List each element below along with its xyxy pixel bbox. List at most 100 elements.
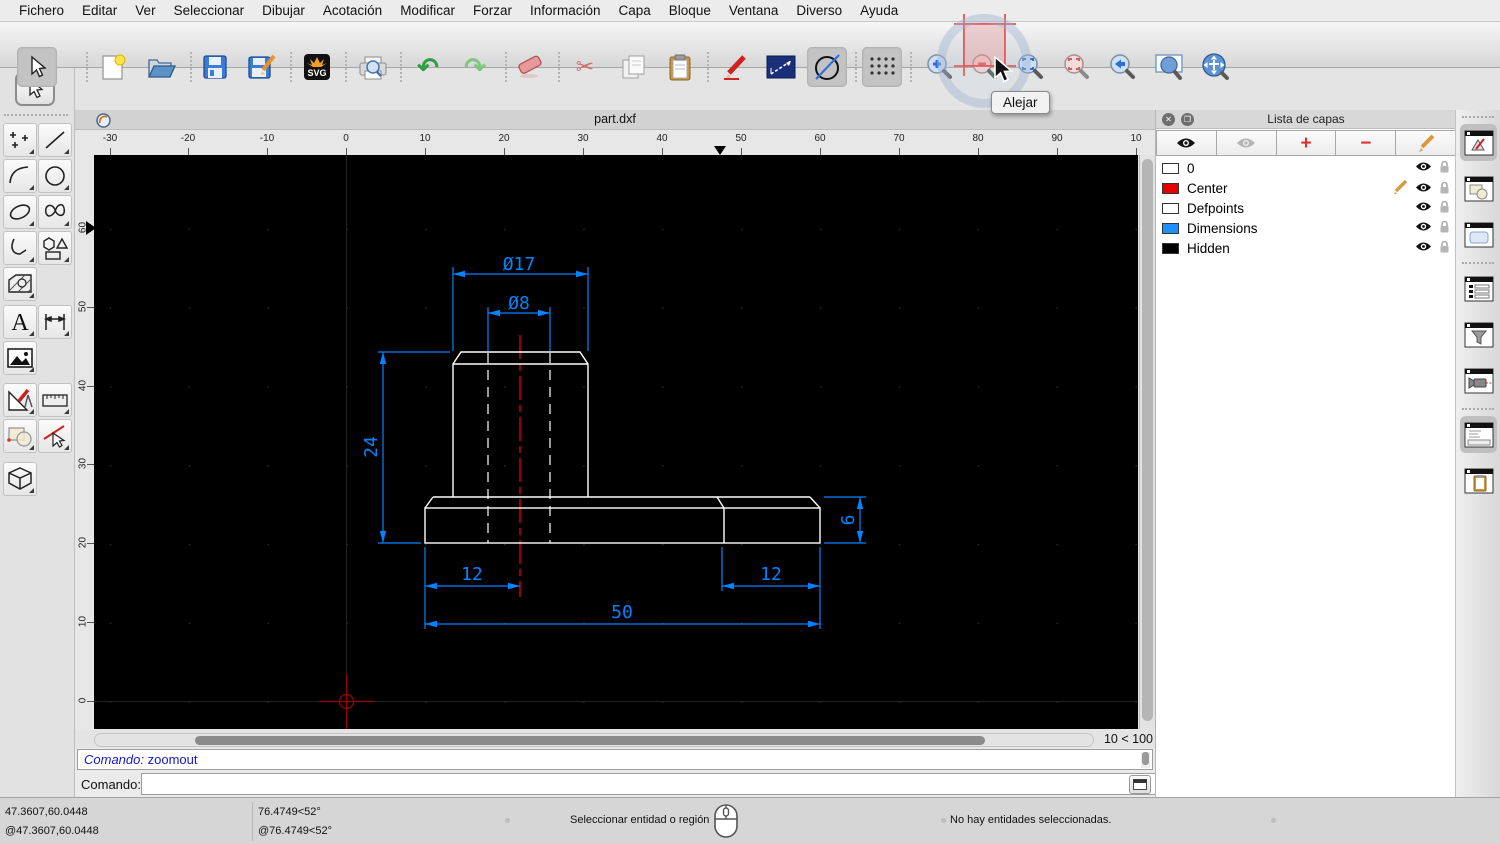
redo-button[interactable]: ↷ [455, 47, 495, 87]
dock-clipboard-button[interactable] [1460, 462, 1497, 499]
show-all-layers-button[interactable] [1156, 130, 1217, 156]
menu-acotacion[interactable]: Acotación [314, 3, 391, 18]
menu-editar[interactable]: Editar [73, 3, 126, 18]
undo-button[interactable]: ↶ [408, 47, 448, 87]
menu-modificar[interactable]: Modificar [391, 3, 464, 18]
menu-dibujar[interactable]: Dibujar [253, 3, 314, 18]
cut-button[interactable]: ✂ [565, 47, 605, 87]
hide-all-layers-button[interactable] [1217, 130, 1277, 156]
point-tool[interactable] [3, 123, 37, 157]
layer-visible-icon[interactable] [1415, 161, 1432, 172]
layer-lock-icon[interactable] [1439, 200, 1450, 213]
menu-forzar[interactable]: Forzar [464, 3, 521, 18]
hatch-tool[interactable] [3, 267, 37, 301]
layer-visible-icon[interactable] [1415, 182, 1432, 193]
layer-lock-icon[interactable] [1439, 220, 1450, 233]
edit-layer-button[interactable] [1396, 130, 1456, 156]
command-history-scrollbar-thumb[interactable] [1142, 752, 1149, 765]
menu-ver[interactable]: Ver [126, 3, 164, 18]
pan-button[interactable] [1195, 47, 1235, 87]
measure-tool[interactable] [38, 383, 72, 417]
menu-diverso[interactable]: Diverso [787, 3, 851, 18]
layer-visible-icon[interactable] [1415, 241, 1432, 252]
line-tool[interactable] [38, 123, 72, 157]
menu-ventana[interactable]: Ventana [720, 3, 788, 18]
layer-row-dimensions[interactable]: Dimensions [1156, 218, 1456, 238]
zoom-previous-button[interactable] [1102, 47, 1142, 87]
horizontal-scrollbar-thumb[interactable] [195, 736, 985, 745]
eraser-icon [516, 54, 544, 80]
spline-tool[interactable] [38, 195, 72, 229]
circle-tool[interactable] [38, 159, 72, 193]
remove-layer-button[interactable]: − [1336, 130, 1396, 156]
layer-color-swatch[interactable] [1162, 183, 1179, 194]
command-input[interactable] [141, 773, 1203, 795]
delete-button[interactable] [510, 47, 550, 87]
dock-view-button[interactable] [1460, 362, 1497, 399]
paste-button[interactable] [660, 47, 700, 87]
block-tool[interactable] [3, 419, 37, 453]
layer-row-0[interactable]: 0 [1156, 158, 1456, 178]
menu-seleccionar[interactable]: Seleccionar [165, 3, 254, 18]
snap-auto-button[interactable] [807, 47, 847, 87]
vertical-scrollbar[interactable] [1139, 155, 1155, 729]
open-file-button[interactable] [141, 47, 181, 87]
dock-library-browser-button[interactable] [1460, 216, 1497, 253]
layer-lock-icon[interactable] [1439, 181, 1450, 194]
add-layer-button[interactable]: + [1277, 130, 1337, 156]
dimension-tool[interactable] [38, 305, 72, 339]
command-history-scrollbar[interactable] [1141, 752, 1150, 768]
layer-row-center[interactable]: Center [1156, 178, 1456, 198]
layer-color-swatch[interactable] [1162, 223, 1179, 234]
layer-visible-icon[interactable] [1415, 201, 1432, 212]
text-tool[interactable]: A [3, 305, 37, 339]
menu-capa[interactable]: Capa [610, 3, 660, 18]
grid-toggle-button[interactable] [862, 47, 902, 87]
plus-icon: + [1300, 134, 1311, 153]
copy-button[interactable] [613, 47, 653, 87]
horizontal-scrollbar[interactable] [94, 733, 1094, 747]
print-preview-button[interactable] [353, 47, 393, 87]
trim-tool[interactable] [38, 419, 72, 453]
drawing-canvas[interactable]: Ø17 Ø8 24 6 12 12 50 [94, 155, 1138, 729]
drafting-tool[interactable] [3, 383, 37, 417]
command-options-button[interactable] [1129, 775, 1151, 794]
dock-block-list-button[interactable] [1460, 170, 1497, 207]
menu-informacion[interactable]: Información [521, 3, 610, 18]
zoom-page-button[interactable] [1149, 47, 1189, 87]
layer-color-swatch[interactable] [1162, 163, 1179, 174]
layer-visible-icon[interactable] [1415, 221, 1432, 232]
layer-color-swatch[interactable] [1162, 203, 1179, 214]
solid-3d-tool[interactable] [3, 462, 37, 496]
measure-distance-button[interactable] [761, 47, 801, 87]
menu-ayuda[interactable]: Ayuda [851, 3, 907, 18]
vertical-scrollbar-thumb[interactable] [1142, 159, 1153, 721]
layer-lock-icon[interactable] [1439, 240, 1450, 253]
layer-lock-icon[interactable] [1439, 160, 1450, 173]
save-as-button[interactable] [242, 47, 282, 87]
layer-row-hidden[interactable]: Hidden [1156, 238, 1456, 258]
dock-layer-list-button[interactable] [1460, 124, 1497, 161]
edit-entity-button[interactable] [715, 47, 755, 87]
svg-export-button[interactable]: SVG [297, 47, 337, 87]
ellipse-tool[interactable] [3, 195, 37, 229]
zoom-selection-icon [1061, 52, 1091, 82]
dock-property-list-button[interactable] [1460, 270, 1497, 307]
layer-row-defpoints[interactable]: Defpoints [1156, 198, 1456, 218]
image-tool[interactable] [3, 341, 37, 375]
save-button[interactable] [195, 47, 235, 87]
svg-text:Ø17: Ø17 [503, 254, 536, 275]
layer-color-swatch[interactable] [1162, 243, 1179, 254]
polygon-tool[interactable] [38, 231, 72, 265]
zoom-selection-button[interactable] [1056, 47, 1096, 87]
select-arrow-button[interactable] [17, 47, 57, 87]
menu-bloque[interactable]: Bloque [660, 3, 720, 18]
new-file-button[interactable] [93, 47, 133, 87]
menu-fichero[interactable]: Fichero [10, 3, 73, 18]
arc-tool[interactable] [3, 159, 37, 193]
dock-selection-filter-button[interactable] [1460, 316, 1497, 353]
document-tab[interactable]: part.dxf [75, 112, 1155, 126]
drafting-icon [6, 387, 34, 413]
dock-command-line-button[interactable] [1460, 416, 1497, 453]
polyline-tool[interactable] [3, 231, 37, 265]
